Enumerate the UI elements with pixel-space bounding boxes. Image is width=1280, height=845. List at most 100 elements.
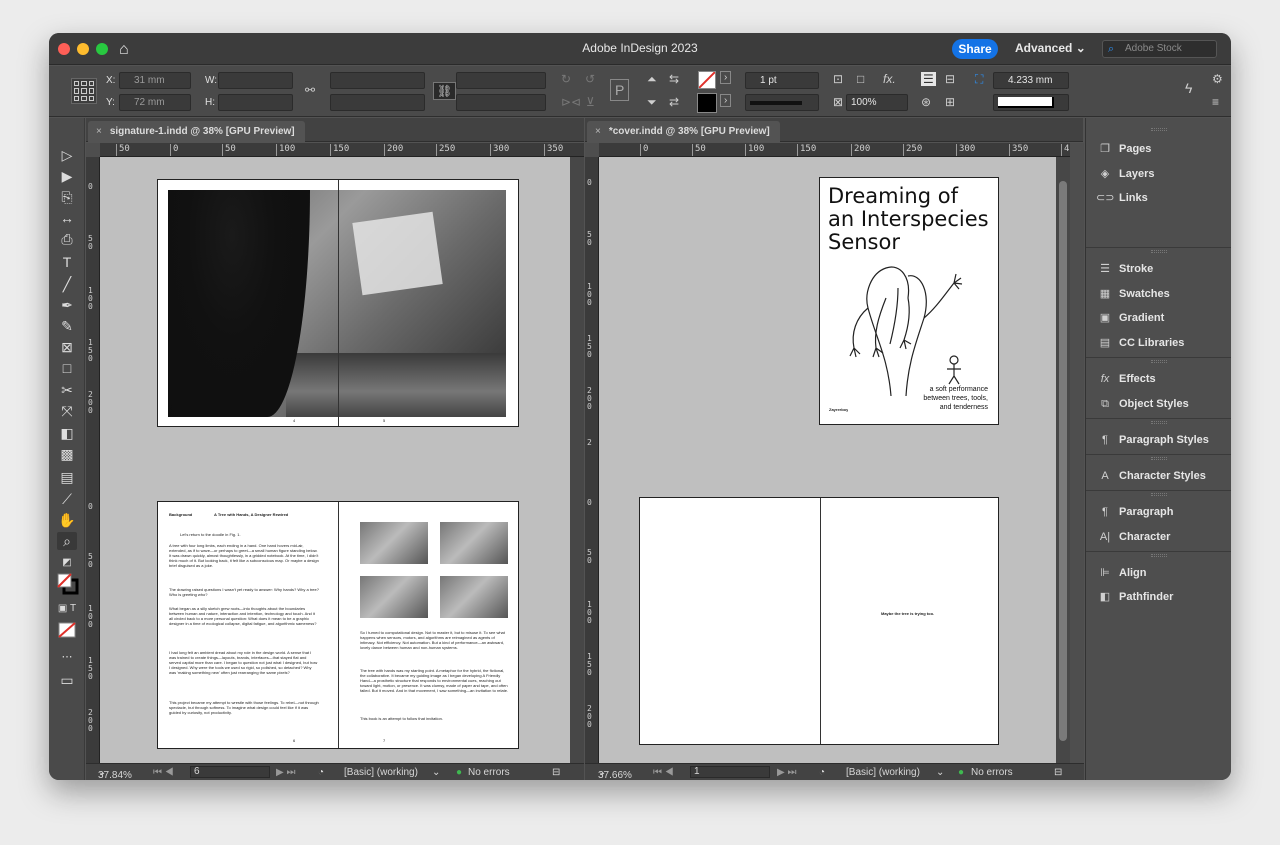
panel-cc-libraries[interactable]: ▤ CC Libraries xyxy=(1096,334,1185,352)
preflight-profile[interactable]: [Basic] (working) xyxy=(344,767,418,778)
note-tool-icon[interactable]: ▤ xyxy=(57,468,77,486)
share-button[interactable]: Share xyxy=(952,39,998,59)
rotate-ccw-icon[interactable]: ↺ xyxy=(585,72,595,86)
formatting-affects-icon[interactable]: ▣ T xyxy=(57,600,77,618)
select-container-icon[interactable]: ⏶ xyxy=(647,72,657,87)
stock-search-input[interactable]: ⌕ Adobe Stock xyxy=(1102,40,1217,58)
gradient-swatch-tool-icon[interactable]: ◧ xyxy=(57,424,77,442)
rotation-field[interactable] xyxy=(456,72,546,89)
panel-grip[interactable] xyxy=(1151,360,1167,363)
fx-label[interactable]: fx. xyxy=(883,72,896,86)
text-wrap-jump-icon[interactable]: ⊞ xyxy=(945,95,955,109)
tab-signature-1[interactable]: × signature-1.indd @ 38% [GPU Preview] xyxy=(88,121,305,142)
page-number-field[interactable]: 1 xyxy=(690,766,770,778)
zoom-tool-icon[interactable]: ⌕ xyxy=(57,532,77,550)
corner-icon[interactable]: □ xyxy=(857,72,864,86)
link-scale-icon[interactable]: ⛓ xyxy=(433,82,457,100)
errors-label[interactable]: No errors xyxy=(468,767,510,778)
stroke-weight-field[interactable]: 1 pt xyxy=(745,72,819,89)
screen-mode-icon[interactable]: ▭ xyxy=(57,671,77,689)
figure-thumbnail[interactable] xyxy=(440,522,508,564)
pen-tool-icon[interactable]: ✒ xyxy=(57,296,77,314)
panel-toggle-icon[interactable]: ⊟ xyxy=(552,767,560,778)
direct-selection-tool-icon[interactable]: ▶ xyxy=(57,167,77,185)
menu-icon[interactable]: ≡ xyxy=(1212,95,1219,109)
tab-cover[interactable]: × *cover.indd @ 38% [GPU Preview] xyxy=(587,121,780,142)
figure-thumbnail[interactable] xyxy=(360,522,428,564)
auto-fit-icon[interactable]: ⛶ xyxy=(975,72,983,87)
panel-character[interactable]: A| Character xyxy=(1096,528,1170,546)
flip-vertical-icon[interactable]: ⊻ xyxy=(586,95,595,109)
page-number-field[interactable]: 6 xyxy=(190,766,270,778)
scroll-thumb[interactable] xyxy=(1059,181,1067,741)
panel-paragraph-styles[interactable]: ¶ Paragraph Styles xyxy=(1096,431,1209,449)
panel-grip[interactable] xyxy=(1151,421,1167,424)
lightning-icon[interactable]: ϟ xyxy=(1185,80,1192,96)
pencil-tool-icon[interactable]: ✎ xyxy=(57,317,77,335)
selection-tool-icon[interactable]: ▷ xyxy=(57,146,77,164)
default-colors-icon[interactable]: ◩ ↰ xyxy=(57,554,77,586)
select-next-icon[interactable]: ⇄ xyxy=(669,95,679,109)
line-tool-icon[interactable]: ╱ xyxy=(57,275,77,293)
select-content-icon[interactable]: ⏷ xyxy=(647,95,657,110)
first-page-icon[interactable]: ⏮ ◀ xyxy=(653,767,674,778)
preflight-profile-icon[interactable]: ◔ xyxy=(318,767,324,778)
panel-stroke[interactable]: ☰ Stroke xyxy=(1096,260,1153,278)
gradient-feather-tool-icon[interactable]: ▩ xyxy=(57,445,77,463)
page-tool-icon[interactable]: ⎘ xyxy=(57,188,77,206)
scale-y-field[interactable] xyxy=(330,94,425,111)
stroke-type-select[interactable] xyxy=(745,94,819,111)
panel-toggle-icon[interactable]: ⊟ xyxy=(1054,767,1062,778)
panel-grip[interactable] xyxy=(1151,128,1167,131)
y-position-field[interactable]: 72 mm xyxy=(119,94,191,111)
chevron-down-icon[interactable]: ⌄ xyxy=(936,767,944,778)
next-page-icon[interactable]: ▶ ⏭ xyxy=(276,767,295,778)
panel-align[interactable]: ⊫ Align xyxy=(1096,564,1146,582)
text-wrap-none-icon[interactable]: ☰ xyxy=(921,72,936,86)
first-page-icon[interactable]: ⏮ ◀ xyxy=(153,767,174,778)
text-wrap-bounding-icon[interactable]: ⊟ xyxy=(945,72,955,86)
hand-tool-icon[interactable]: ✋ xyxy=(57,511,77,529)
spread-text[interactable]: Background A Tree with Hands, A Designer… xyxy=(157,501,519,749)
eyedropper-tool-icon[interactable]: ⟋ xyxy=(57,490,77,508)
panel-character-styles[interactable]: A Character Styles xyxy=(1096,467,1206,485)
vertical-scrollbar[interactable] xyxy=(570,157,584,763)
fill-stroke-swatches-icon[interactable] xyxy=(57,573,79,595)
pasteboard[interactable]: 4 5 Background A Tree with Hands, A Desi… xyxy=(100,157,570,763)
panel-effects[interactable]: fx Effects xyxy=(1096,370,1156,388)
constrain-proportions-icon[interactable]: ⚯ xyxy=(305,83,315,97)
panel-grip[interactable] xyxy=(1151,493,1167,496)
offset-field[interactable]: 4.233 mm xyxy=(993,72,1069,89)
close-tab-icon[interactable]: × xyxy=(96,126,102,137)
chevron-down-icon[interactable]: ⌄ xyxy=(432,767,440,778)
gear-icon[interactable]: ⚙ xyxy=(1212,72,1223,86)
rectangle-tool-icon[interactable]: □ xyxy=(57,359,77,377)
screen-mode-preview-icon[interactable]: ⋯ xyxy=(57,648,77,666)
free-transform-tool-icon[interactable]: ⤧ xyxy=(57,402,77,420)
zoom-level[interactable]: 37.66% ⌄ xyxy=(598,767,632,780)
text-wrap-shape-icon[interactable]: ⊛ xyxy=(921,95,931,109)
panel-pathfinder[interactable]: ◧ Pathfinder xyxy=(1096,588,1174,606)
scissors-tool-icon[interactable]: ✂ xyxy=(57,381,77,399)
back-spread[interactable]: Maybe the tree is trying too. xyxy=(639,497,999,745)
reference-point-icon[interactable] xyxy=(71,78,97,104)
scale-x-field[interactable] xyxy=(330,72,425,89)
studio-photo[interactable] xyxy=(168,190,506,417)
panel-grip[interactable] xyxy=(1151,457,1167,460)
panel-swatches[interactable]: ▦ Swatches xyxy=(1096,285,1170,303)
panel-grip[interactable] xyxy=(1151,250,1167,253)
panel-layers[interactable]: ◈ Layers xyxy=(1096,165,1155,183)
rectangle-frame-tool-icon[interactable]: ⊠ xyxy=(57,338,77,356)
panel-object-styles[interactable]: ⧉ Object Styles xyxy=(1096,395,1189,413)
opacity-field[interactable]: 100% xyxy=(846,94,908,111)
stroke-style-select[interactable] xyxy=(993,94,1069,111)
panel-links[interactable]: ⊂⊃ Links xyxy=(1096,189,1148,207)
width-field[interactable] xyxy=(218,72,293,89)
rotate-cw-icon[interactable]: ↻ xyxy=(561,72,571,86)
panel-gradient[interactable]: ▣ Gradient xyxy=(1096,309,1164,327)
figure-thumbnail[interactable] xyxy=(440,576,508,618)
apply-none-icon[interactable] xyxy=(57,622,77,640)
x-position-field[interactable]: 31 mm xyxy=(119,72,191,89)
p-glyph-icon[interactable]: P xyxy=(610,79,630,101)
cover-page[interactable]: Dreaming of an Interspecies Sensor a sof… xyxy=(819,177,999,425)
